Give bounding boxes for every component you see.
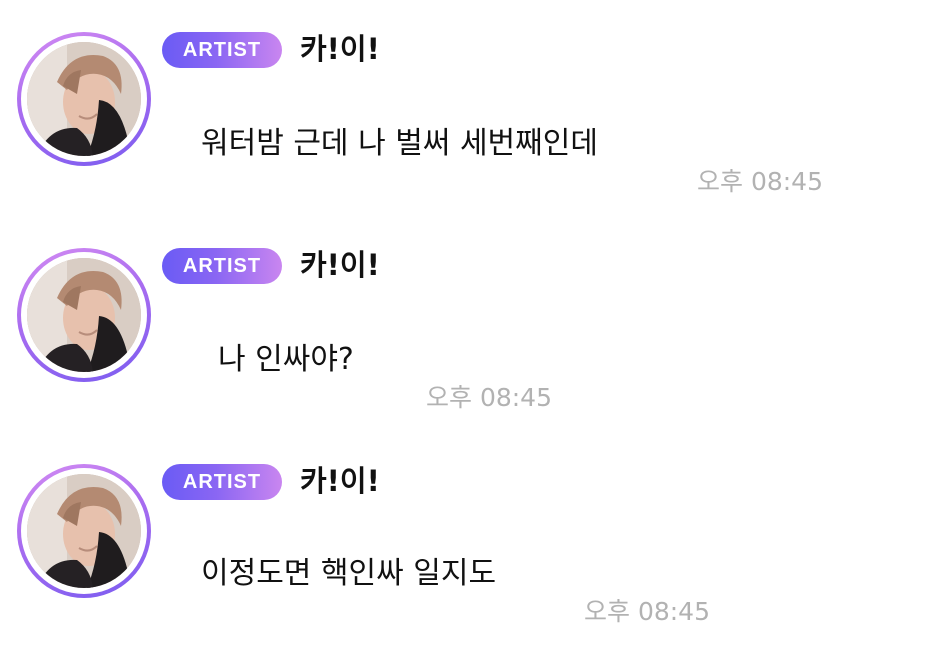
avatar-border [21, 36, 147, 162]
profile-photo-icon [27, 42, 141, 156]
message-text: 워터밤 근데 나 벌써 세번째인데 [201, 126, 598, 161]
chat-message: ARTIST 카!이! 워터밤 근데 나 벌써 세번째인데 오후 08:45 [0, 0, 944, 216]
avatar[interactable] [17, 248, 151, 382]
avatar-border [21, 468, 147, 594]
artist-badge: ARTIST [162, 248, 282, 284]
chat-message: ARTIST 카!이! 나 인싸야? 오후 08:45 [0, 216, 944, 432]
artist-badge: ARTIST [162, 32, 282, 68]
message-timestamp: 오후 08:45 [426, 383, 552, 412]
avatar[interactable] [17, 464, 151, 598]
chat-message: ARTIST 카!이! 이정도면 핵인싸 일지도 오후 08:45 [0, 432, 944, 648]
avatar[interactable] [17, 32, 151, 166]
sender-name: 카!이! [300, 248, 380, 282]
avatar-border [21, 252, 147, 378]
profile-photo-icon [27, 474, 141, 588]
artist-badge: ARTIST [162, 464, 282, 500]
message-timestamp: 오후 08:45 [584, 597, 710, 626]
sender-name: 카!이! [300, 464, 380, 498]
message-timestamp: 오후 08:45 [697, 167, 823, 196]
message-text: 이정도면 핵인싸 일지도 [201, 556, 497, 591]
profile-photo-icon [27, 258, 141, 372]
sender-name: 카!이! [300, 32, 380, 66]
message-text: 나 인싸야? [218, 342, 354, 377]
